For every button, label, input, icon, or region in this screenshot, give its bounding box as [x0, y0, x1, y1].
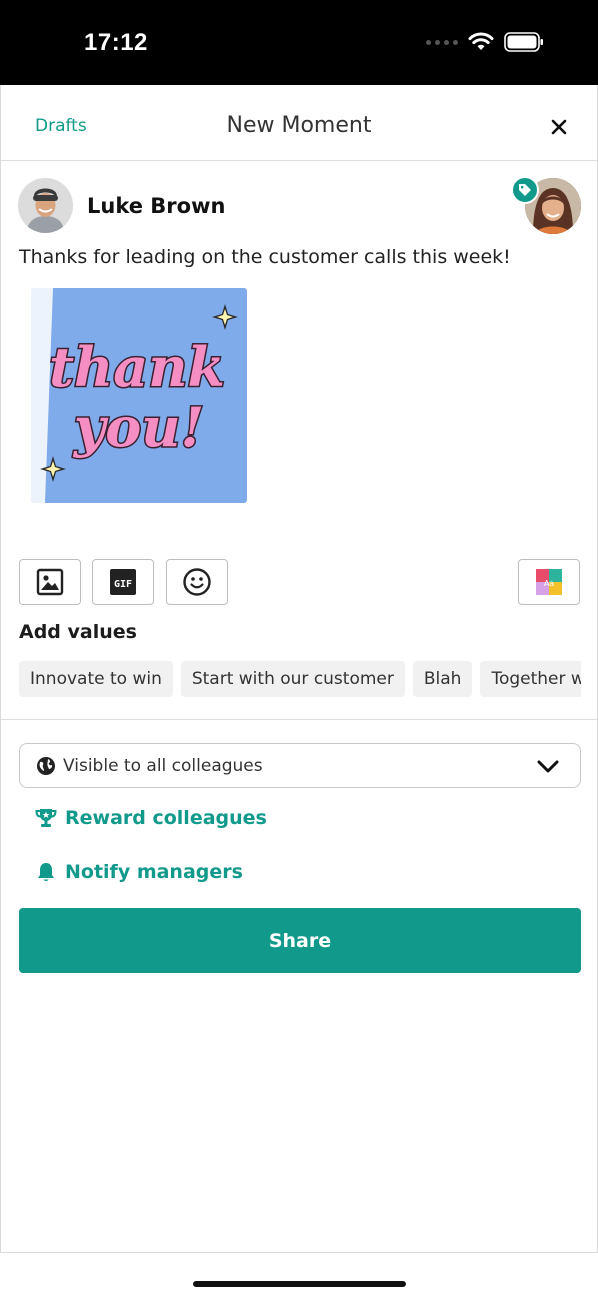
- battery-icon: [504, 32, 543, 52]
- reward-colleagues-link[interactable]: Reward colleagues: [35, 807, 267, 829]
- sticker-line1: thank: [49, 335, 225, 399]
- value-chip[interactable]: Together w: [480, 661, 581, 697]
- new-moment-sheet: Drafts New Moment Luke Brown Thanks for …: [0, 85, 598, 1253]
- bell-icon: [38, 863, 54, 881]
- visibility-label: Visible to all colleagues: [63, 755, 263, 776]
- page-title: New Moment: [226, 113, 372, 138]
- status-time: 17:12: [84, 29, 148, 56]
- emoji-icon: [183, 568, 211, 596]
- gif-button[interactable]: GIF: [92, 559, 154, 605]
- add-values-heading: Add values: [19, 621, 137, 643]
- avatar[interactable]: [18, 178, 73, 233]
- status-icons: [426, 32, 544, 52]
- sheet-header: Drafts New Moment: [1, 85, 597, 161]
- value-chip[interactable]: Start with our customer: [180, 661, 405, 697]
- wifi-icon: [468, 32, 494, 50]
- signal-icon: [426, 39, 458, 45]
- status-bar: 17:12: [0, 0, 598, 85]
- format-label: Aa: [544, 579, 554, 588]
- value-chip[interactable]: Innovate to win: [19, 661, 173, 697]
- gif-label: GIF: [114, 579, 132, 590]
- gif-icon: GIF: [110, 569, 136, 595]
- emoji-button[interactable]: [166, 559, 228, 605]
- reward-colleagues-label: Reward colleagues: [65, 807, 267, 829]
- image-icon: [36, 568, 64, 596]
- author: Luke Brown: [18, 178, 225, 233]
- message-text[interactable]: Thanks for leading on the customer calls…: [19, 246, 511, 268]
- divider: [1, 719, 597, 720]
- tag-icon: [511, 176, 539, 204]
- sticker-line2: you!: [73, 395, 204, 459]
- trophy-icon: [35, 809, 57, 827]
- background-style-button[interactable]: Aa: [518, 559, 580, 605]
- chevron-down-icon: [537, 760, 559, 773]
- text-style-icon: Aa: [536, 569, 562, 595]
- visibility-select[interactable]: Visible to all colleagues: [19, 743, 581, 788]
- recipient[interactable]: [511, 176, 581, 234]
- notify-managers-link[interactable]: Notify managers: [35, 861, 243, 883]
- share-button[interactable]: Share: [19, 908, 581, 973]
- globe-icon: [37, 756, 55, 775]
- values-chips: Innovate to win Start with our customer Bl…: [19, 661, 581, 697]
- author-name: Luke Brown: [87, 193, 226, 218]
- thank-you-gif[interactable]: thank you!: [31, 288, 247, 503]
- home-indicator[interactable]: [193, 1281, 406, 1287]
- notify-managers-label: Notify managers: [65, 861, 243, 883]
- value-chip[interactable]: Blah: [412, 661, 473, 697]
- close-icon[interactable]: [547, 115, 571, 139]
- image-button[interactable]: [19, 559, 81, 605]
